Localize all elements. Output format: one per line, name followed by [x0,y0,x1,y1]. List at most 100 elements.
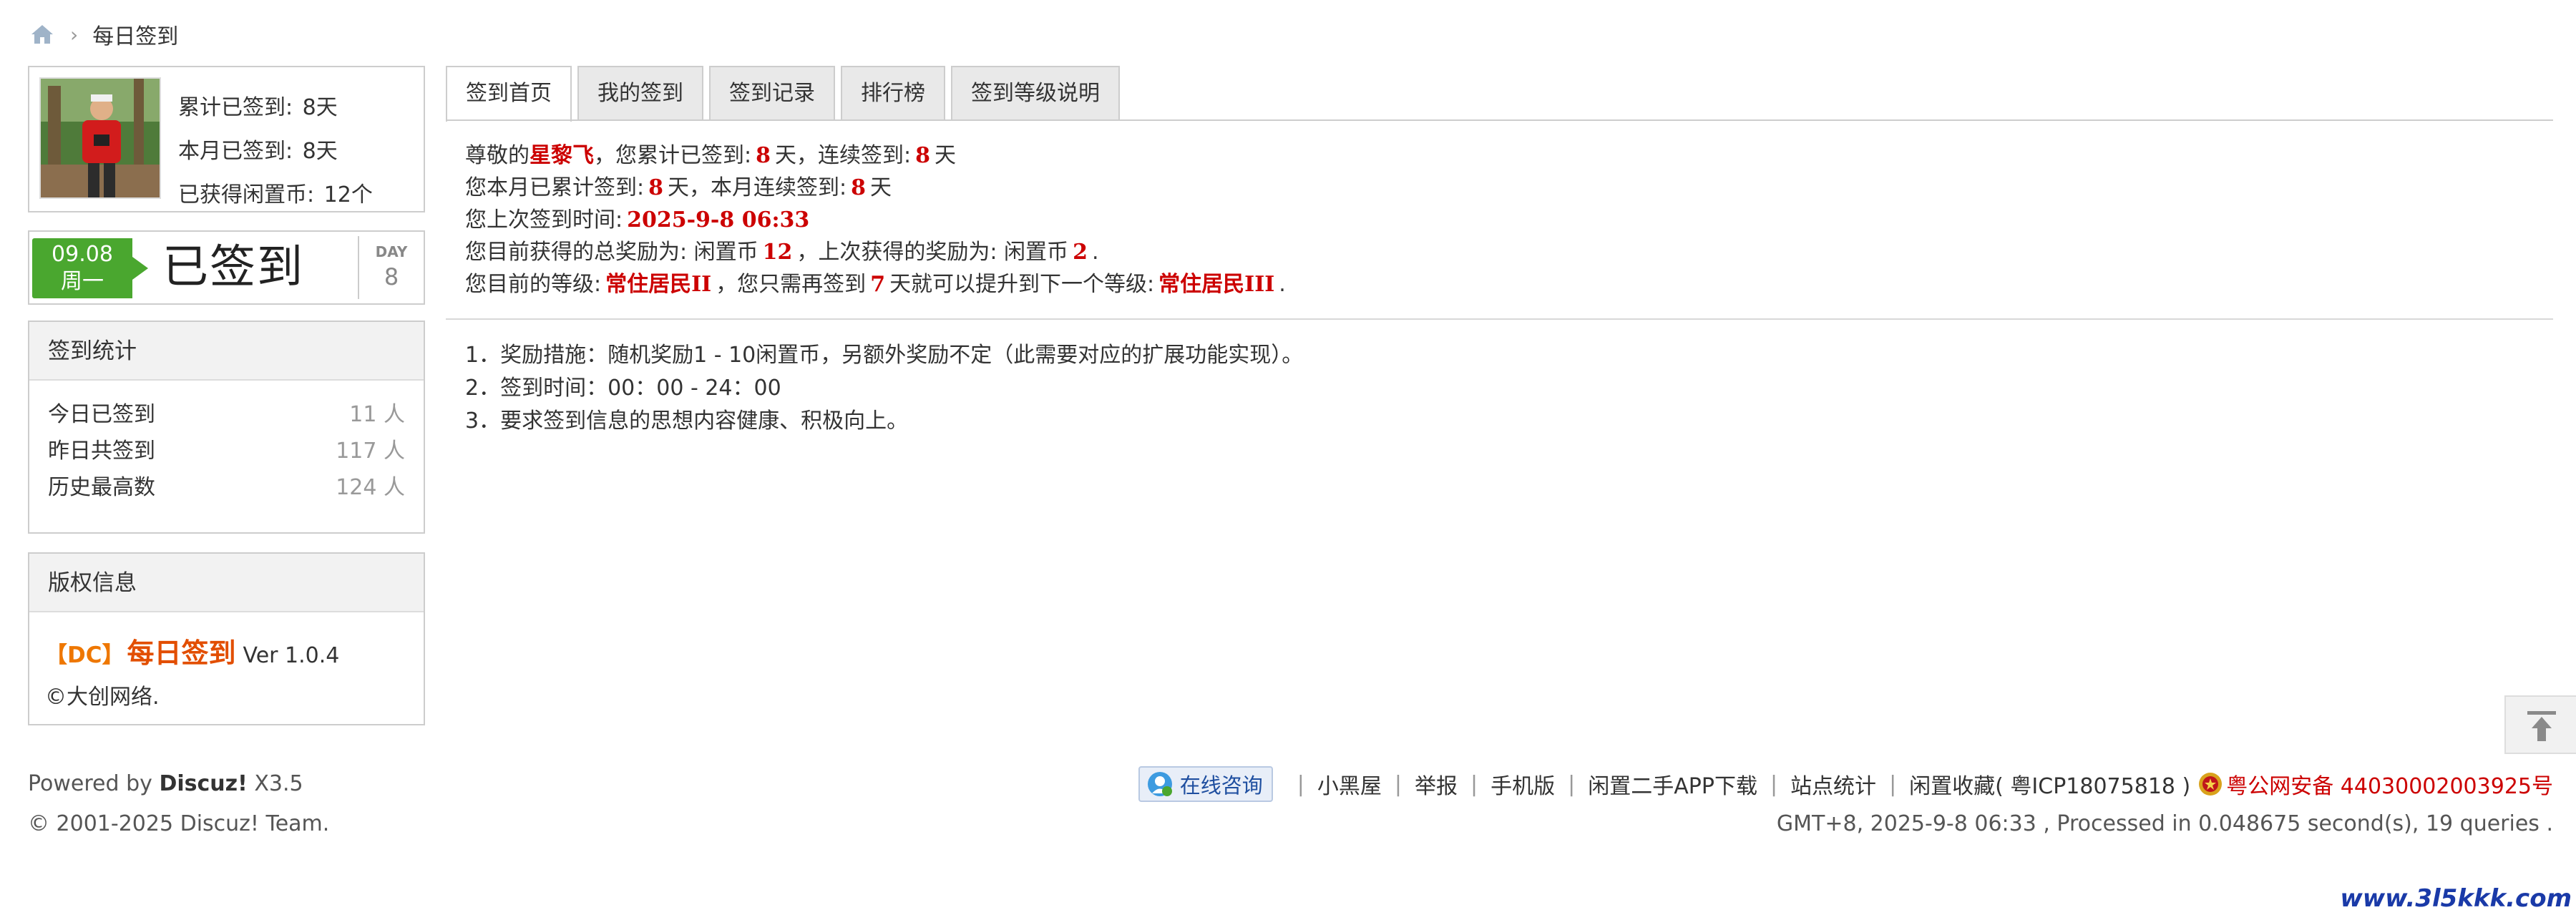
online-consult-label: 在线咨询 [1179,773,1263,798]
site-name-link[interactable]: 闲置收藏 [1909,768,1995,800]
stat-label: 历史最高数 [48,475,155,500]
stat-row: 今日已签到 11 人 [48,396,405,433]
info-text: 您上次签到时间: [465,207,623,233]
footer-link-stats[interactable]: 站点统计 [1790,768,1876,800]
breadcrumb-separator: › [70,22,79,47]
sign-stats-title: 签到统计 [29,322,424,381]
tab-bar: 签到首页 我的签到 签到记录 排行榜 签到等级说明 [446,66,1126,122]
info-line-total: 尊敬的星黎飞，您累计已签到: 8 天，连续签到: 8 天 [465,140,1286,172]
arrow-up-icon [2527,711,2556,741]
plugin-name-link[interactable]: 每日签到 [127,631,235,670]
stat-label: 昨日共签到 [48,439,155,464]
days-needed: 7 [870,272,886,297]
link-separator: | [1568,771,1576,797]
sign-weekday: 周一 [61,269,104,294]
sign-info: 尊敬的星黎飞，您累计已签到: 8 天，连续签到: 8 天 您本月已累计签到: 8 天，本月连… [465,140,1286,300]
info-text: 尊敬的 [465,143,530,168]
link-separator: | [1394,771,1402,797]
rule-item: 2．签到时间：00：00 - 24：00 [465,376,781,401]
date-badge: 09.08 周一 [32,238,148,298]
plugin-info: 【DC】 每日签到 Ver 1.0.4 [45,631,406,670]
police-badge-icon [2199,773,2223,796]
link-separator: | [1297,771,1304,797]
day-value: 8 [384,263,399,290]
sign-status-panel: 09.08 周一 已签到 DAY 8 [28,230,425,305]
coins-row: 已获得闲置币: 12个 [178,173,373,217]
month-days: 8 [648,175,663,200]
breadcrumb-current[interactable]: 每日签到 [92,19,178,50]
username-link[interactable]: 星黎飞 [530,143,594,168]
info-text: . [1091,240,1099,265]
footer-link-mobile[interactable]: 手机版 [1491,768,1555,800]
link-separator: | [1470,771,1478,797]
info-divider [446,318,2553,320]
icp-link[interactable]: ( 粤ICP18075818 ) [1995,768,2190,800]
info-line-level: 您目前的等级: 常住居民II ，您只需再签到 7 天就可以提升到下一个等级: 常住居民II… [465,268,1286,300]
avatar[interactable] [39,77,161,199]
total-reward: 12 [762,240,793,265]
last-reward: 2 [1073,240,1088,265]
watermark-text: www.3l5kkk.com [2340,884,2572,913]
info-text: 天 [869,175,892,200]
police-record-link[interactable]: 粤公网安备 44030002003925号 [2226,768,2553,800]
info-line-reward: 您目前获得的总奖励为: 闲置币 12 ，上次获得的奖励为: 闲置币 2. [465,236,1286,268]
user-summary-panel: 累计已签到: 8天 本月已签到: 8天 已获得闲置币: 12个 [28,66,425,212]
stat-value: 124 人 [336,475,405,500]
month-signed-label: 本月已签到: [178,139,293,164]
copyright-panel: 版权信息 【DC】 每日签到 Ver 1.0.4 ©大创网络. [28,552,425,725]
info-text: ，您只需再签到 [716,272,867,297]
total-signed-label: 累计已签到: [178,95,293,120]
plugin-owner: ©大创网络. [45,685,160,710]
stat-row: 历史最高数 124 人 [48,469,405,506]
back-to-top-button[interactable] [2504,695,2576,754]
discuz-link[interactable]: Discuz! [159,771,247,796]
sign-date: 09.08 [52,242,113,267]
stat-value: 117 人 [336,439,405,464]
month-streak-days: 8 [851,175,866,200]
breadcrumb: › 每日签到 [30,20,178,49]
signed-status-button[interactable]: 已签到 [162,242,304,293]
info-line-month: 您本月已累计签到: 8 天，本月连续签到: 8 天 [465,172,1286,204]
month-signed-value: 8天 [302,139,338,164]
footer-link-app[interactable]: 闲置二手APP下载 [1588,768,1757,800]
stat-value: 11 人 [349,402,405,427]
online-consult-button[interactable]: 在线咨询 [1138,766,1273,802]
stat-label: 今日已签到 [48,402,155,427]
footer-powered: Powered by Discuz! X3.5 © 2001-2025 Disc… [28,764,329,844]
coins-label: 已获得闲置币: [178,182,315,207]
info-text: ，您累计已签到: [594,143,752,168]
info-text: 天就可以提升到下一个等级: [889,272,1155,297]
info-text: ，上次获得的奖励为: 闲置币 [796,240,1069,265]
tab-sign-home[interactable]: 签到首页 [446,66,572,122]
stat-row: 昨日共签到 117 人 [48,433,405,469]
info-text: 您目前获得的总奖励为: 闲置币 [465,240,758,265]
link-separator: | [1889,771,1897,797]
tab-level-info[interactable]: 签到等级说明 [951,66,1120,120]
tab-my-sign[interactable]: 我的签到 [577,66,703,120]
total-signed-row: 累计已签到: 8天 [178,86,373,129]
streak-days: 8 [915,143,930,168]
footer-link-report[interactable]: 举报 [1415,768,1458,800]
tab-sign-records[interactable]: 签到记录 [709,66,835,120]
tab-leaderboard[interactable]: 排行榜 [841,66,945,120]
link-separator: | [1770,771,1778,797]
sign-rules: 1．奖励措施：随机奖励1 - 10闲置币，另额外奖励不定（此需要对应的扩展功能实… [465,339,1303,438]
month-signed-row: 本月已签到: 8天 [178,129,373,173]
home-icon[interactable] [30,24,54,45]
total-signed-value: 8天 [302,95,338,120]
info-text: 天 [934,143,956,168]
day-label: DAY [375,243,408,260]
day-counter: DAY 8 [358,236,424,299]
info-text: 您目前的等级: [465,272,602,297]
footer-link-blacklist[interactable]: 小黑屋 [1317,768,1382,800]
plugin-tag: 【DC】 [45,642,125,668]
coins-value: 12个 [323,182,373,207]
current-level: 常住居民II [605,272,712,297]
chat-icon [1147,772,1172,796]
tab-divider [446,119,2553,121]
info-text: . [1279,272,1286,297]
last-sign-time: 2025-9-8 06:33 [627,207,810,233]
discuz-version: X3.5 [254,771,303,796]
info-text: 天，本月连续签到: [667,175,847,200]
rule-item: 1．奖励措施：随机奖励1 - 10闲置币，另额外奖励不定（此需要对应的扩展功能实… [465,343,1304,368]
